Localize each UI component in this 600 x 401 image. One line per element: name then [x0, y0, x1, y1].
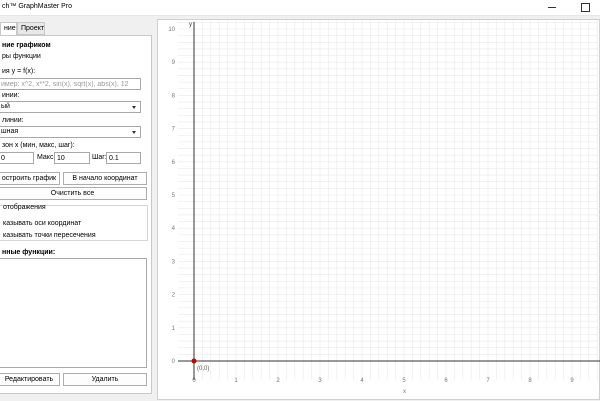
saved-functions-label: нные функции:	[2, 249, 56, 256]
graph-area[interactable]: 0 1 2 3 4 5 6 7 8 9 0 1 2 3 4 5 6 7 8 9 10 x y (0,0)	[157, 19, 600, 400]
range-max-label: Макс:	[37, 154, 56, 161]
minimize-icon[interactable]	[542, 1, 562, 13]
y-tick-label: 9	[172, 60, 176, 66]
title-bar: ch™ GraphMaster Pro	[0, 0, 600, 16]
function-label: ия y = f(x):	[2, 68, 36, 75]
y-tick-label: 10	[168, 27, 175, 33]
show-axes-checkbox[interactable]: казывать оси координат	[3, 220, 81, 227]
x-tick-label: 3	[318, 378, 322, 384]
y-tick-label: 0	[172, 359, 176, 365]
plot-button[interactable]: остроить график	[0, 172, 60, 185]
line-style-label: линии:	[2, 117, 24, 124]
display-settings-group: отображения казывать оси координат казыв…	[0, 204, 148, 241]
origin-label: (0,0)	[197, 366, 209, 372]
line-style-value: шная	[1, 128, 19, 135]
window-title: ch™ GraphMaster Pro	[2, 3, 73, 10]
x-tick-label: 8	[528, 378, 532, 384]
delete-button[interactable]: Удалить	[63, 373, 147, 386]
line-color-label: инии:	[2, 92, 20, 99]
chevron-down-icon	[132, 131, 136, 134]
tab-control[interactable]: ние	[0, 22, 17, 36]
x-tick-label: 9	[570, 378, 574, 384]
x-tick-label: 1	[234, 378, 238, 384]
function-params-title: ры функции	[2, 53, 41, 60]
graph-canvas[interactable]: 0 1 2 3 4 5 6 7 8 9012345678910 x y (0,0)	[158, 20, 600, 401]
chevron-down-icon	[132, 106, 136, 109]
y-tick-label: 7	[172, 127, 176, 133]
x-tick-label: 7	[486, 378, 490, 384]
y-tick-label: 8	[172, 93, 176, 99]
origin-button[interactable]: В начало координат	[63, 172, 147, 185]
range-step-input[interactable]	[106, 152, 141, 164]
x-axis-label: x	[403, 389, 406, 395]
edit-button[interactable]: Редактировать	[0, 373, 60, 386]
origin-point	[191, 358, 197, 364]
y-tick-label: 5	[172, 193, 176, 199]
grid	[178, 20, 600, 380]
range-step-label: Шаг:	[92, 154, 107, 161]
x-tick-label: 5	[402, 378, 406, 384]
range-max-input[interactable]	[54, 152, 90, 164]
y-tick-label: 6	[172, 160, 176, 166]
y-tick-label: 2	[172, 293, 176, 299]
y-axis-label: y	[189, 22, 192, 28]
control-panel: ние графиком ры функции ия y = f(x): ини…	[0, 35, 152, 394]
y-tick-label: 4	[172, 226, 176, 232]
y-tick-label: 3	[172, 259, 176, 265]
line-color-value: ый	[1, 103, 10, 110]
show-intersections-checkbox[interactable]: казывать точки пересечения	[3, 232, 96, 239]
display-group-title: отображения	[3, 204, 46, 211]
section-title: ние графиком	[2, 42, 51, 49]
tab-project[interactable]: Проект	[17, 22, 45, 35]
maximize-icon[interactable]	[575, 1, 595, 13]
y-tick-label: 1	[172, 326, 176, 332]
x-tick-label: 6	[444, 378, 448, 384]
saved-functions-list[interactable]	[0, 258, 147, 368]
line-style-select[interactable]: шная	[0, 126, 141, 138]
x-tick-label: 4	[360, 378, 364, 384]
x-tick-label: 2	[276, 378, 280, 384]
range-label: зон x (мин, макс, шаг):	[2, 142, 75, 149]
function-input[interactable]	[0, 78, 141, 90]
line-color-select[interactable]: ый	[0, 101, 141, 113]
range-min-input[interactable]	[0, 152, 34, 164]
clear-all-button[interactable]: Очистить все	[0, 187, 147, 200]
